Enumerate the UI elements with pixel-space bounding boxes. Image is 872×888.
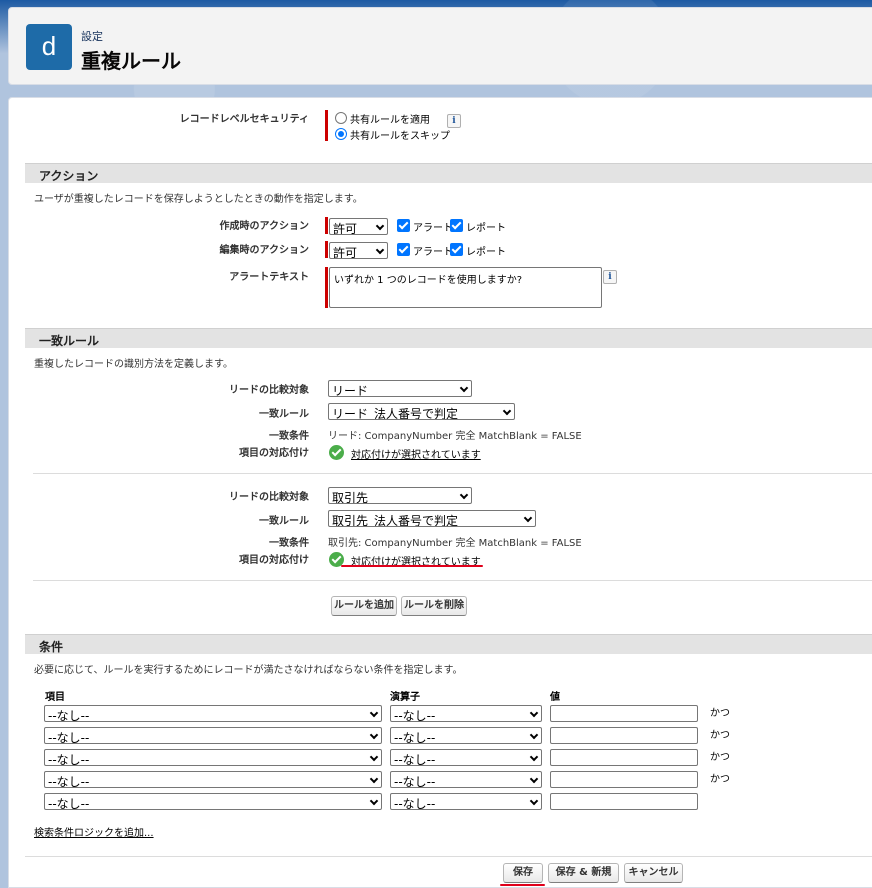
alert-text-area[interactable]: いずれか 1 つのレコードを使用しますか? — [329, 267, 602, 308]
divider — [33, 473, 872, 474]
annotation-underline — [341, 565, 483, 567]
save-button[interactable]: 保存 — [503, 863, 543, 883]
rule1-rule-label: 一致ルール — [259, 409, 309, 420]
rule1-compare-select[interactable]: リード — [328, 380, 472, 397]
rule1-criteria-value: リード: CompanyNumber 完全 MatchBlank = FALSE — [328, 431, 582, 442]
annotation-underline — [500, 884, 545, 886]
security-label: レコードレベルセキュリティ — [179, 114, 309, 125]
section-header-action: アクション — [25, 163, 872, 183]
rule2-criteria-label: 一致条件 — [269, 538, 309, 549]
condition-conjunction: かつ — [710, 730, 730, 741]
divider — [33, 580, 872, 581]
required-marker — [325, 241, 328, 258]
condition-value-input[interactable] — [550, 793, 698, 810]
rule1-mapping-link[interactable]: 対応付けが選択されています — [351, 446, 481, 461]
rule2-mapping-label: 項目の対応付け — [239, 555, 309, 566]
condition-operator-select[interactable]: --なし-- — [390, 771, 542, 788]
condition-value-input[interactable] — [550, 705, 698, 722]
clipped-row — [259, 98, 359, 100]
condition-field-select[interactable]: --なし-- — [44, 727, 382, 744]
page-title: 重複ルール — [81, 49, 181, 73]
security-radio-skip[interactable] — [335, 128, 347, 140]
rule1-criteria-label: 一致条件 — [269, 431, 309, 442]
condition-field-select[interactable]: --なし-- — [44, 771, 382, 788]
on-edit-label: 編集時のアクション — [219, 245, 310, 256]
condition-operator-select[interactable]: --なし-- — [390, 793, 542, 810]
condition-value-input[interactable] — [550, 749, 698, 766]
on-edit-report-checkbox[interactable] — [450, 243, 463, 256]
section-header-matching: 一致ルール — [25, 328, 872, 348]
add-filter-logic-link[interactable]: 検索条件ロジックを追加... — [34, 824, 154, 839]
page-header: d 設定 重複ルール — [8, 7, 872, 85]
save-and-new-button[interactable]: 保存 & 新規 — [548, 863, 619, 883]
info-icon[interactable]: i — [603, 270, 617, 284]
col-header-value: 値 — [550, 692, 560, 703]
condition-conjunction: かつ — [710, 708, 730, 719]
section-header-conditions: 条件 — [25, 634, 872, 654]
info-icon[interactable]: i — [447, 114, 461, 128]
matching-description: 重複したレコードの識別方法を定義します。 — [34, 359, 233, 370]
on-edit-alert-label: アラート — [413, 247, 453, 258]
required-marker — [325, 267, 328, 308]
on-edit-select[interactable]: 許可 — [329, 242, 388, 259]
action-description: ユーザが重複したレコードを保存しようとしたときの動作を指定します。 — [34, 194, 363, 205]
rule1-compare-label: リードの比較対象 — [229, 385, 309, 396]
conditions-description: 必要に応じて、ルールを実行するためにレコードが満たさなければならない条件を指定し… — [34, 665, 463, 676]
button-footer — [25, 856, 872, 887]
col-header-field: 項目 — [45, 692, 65, 703]
on-edit-alert-checkbox[interactable] — [397, 243, 410, 256]
condition-conjunction: かつ — [710, 774, 730, 785]
main-panel: レコードレベルセキュリティ 共有ルールを適用 共有ルールをスキップ i アクショ… — [8, 97, 872, 888]
add-rule-button[interactable]: ルールを追加 — [331, 596, 397, 616]
rule2-rule-select[interactable]: 取引先_法人番号で判定 — [328, 510, 536, 527]
col-header-operator: 演算子 — [390, 692, 420, 703]
condition-conjunction: かつ — [710, 752, 730, 763]
required-marker — [325, 110, 328, 141]
on-create-report-label: レポート — [466, 223, 506, 234]
rule1-rule-select[interactable]: リード_法人番号で判定 — [328, 403, 515, 420]
condition-operator-select[interactable]: --なし-- — [390, 705, 542, 722]
on-create-label: 作成時のアクション — [219, 221, 310, 232]
on-create-alert-label: アラート — [413, 223, 453, 234]
security-option-apply: 共有ルールを適用 — [350, 115, 430, 126]
cancel-button[interactable]: キャンセル — [624, 863, 683, 883]
rule2-compare-select[interactable]: 取引先 — [328, 487, 472, 504]
remove-rule-button[interactable]: ルールを削除 — [401, 596, 467, 616]
alert-text-label: アラートテキスト — [229, 272, 309, 283]
on-create-alert-checkbox[interactable] — [397, 219, 410, 232]
condition-operator-select[interactable]: --なし-- — [390, 749, 542, 766]
security-option-skip: 共有ルールをスキップ — [350, 131, 450, 142]
check-circle-icon — [329, 445, 344, 460]
on-create-select[interactable]: 許可 — [329, 218, 388, 235]
condition-field-select[interactable]: --なし-- — [44, 793, 382, 810]
security-radio-apply[interactable] — [335, 112, 347, 124]
rule2-criteria-value: 取引先: CompanyNumber 完全 MatchBlank = FALSE — [328, 538, 582, 549]
rule2-compare-label: リードの比較対象 — [229, 492, 309, 503]
setup-logo-icon: d — [26, 24, 72, 70]
condition-value-input[interactable] — [550, 727, 698, 744]
on-edit-report-label: レポート — [466, 247, 506, 258]
on-create-report-checkbox[interactable] — [450, 219, 463, 232]
condition-field-select[interactable]: --なし-- — [44, 749, 382, 766]
condition-field-select[interactable]: --なし-- — [44, 705, 382, 722]
condition-operator-select[interactable]: --なし-- — [390, 727, 542, 744]
required-marker — [325, 217, 328, 234]
rule1-mapping-label: 項目の対応付け — [239, 448, 309, 459]
breadcrumb[interactable]: 設定 — [81, 28, 103, 44]
condition-value-input[interactable] — [550, 771, 698, 788]
rule2-rule-label: 一致ルール — [259, 516, 309, 527]
